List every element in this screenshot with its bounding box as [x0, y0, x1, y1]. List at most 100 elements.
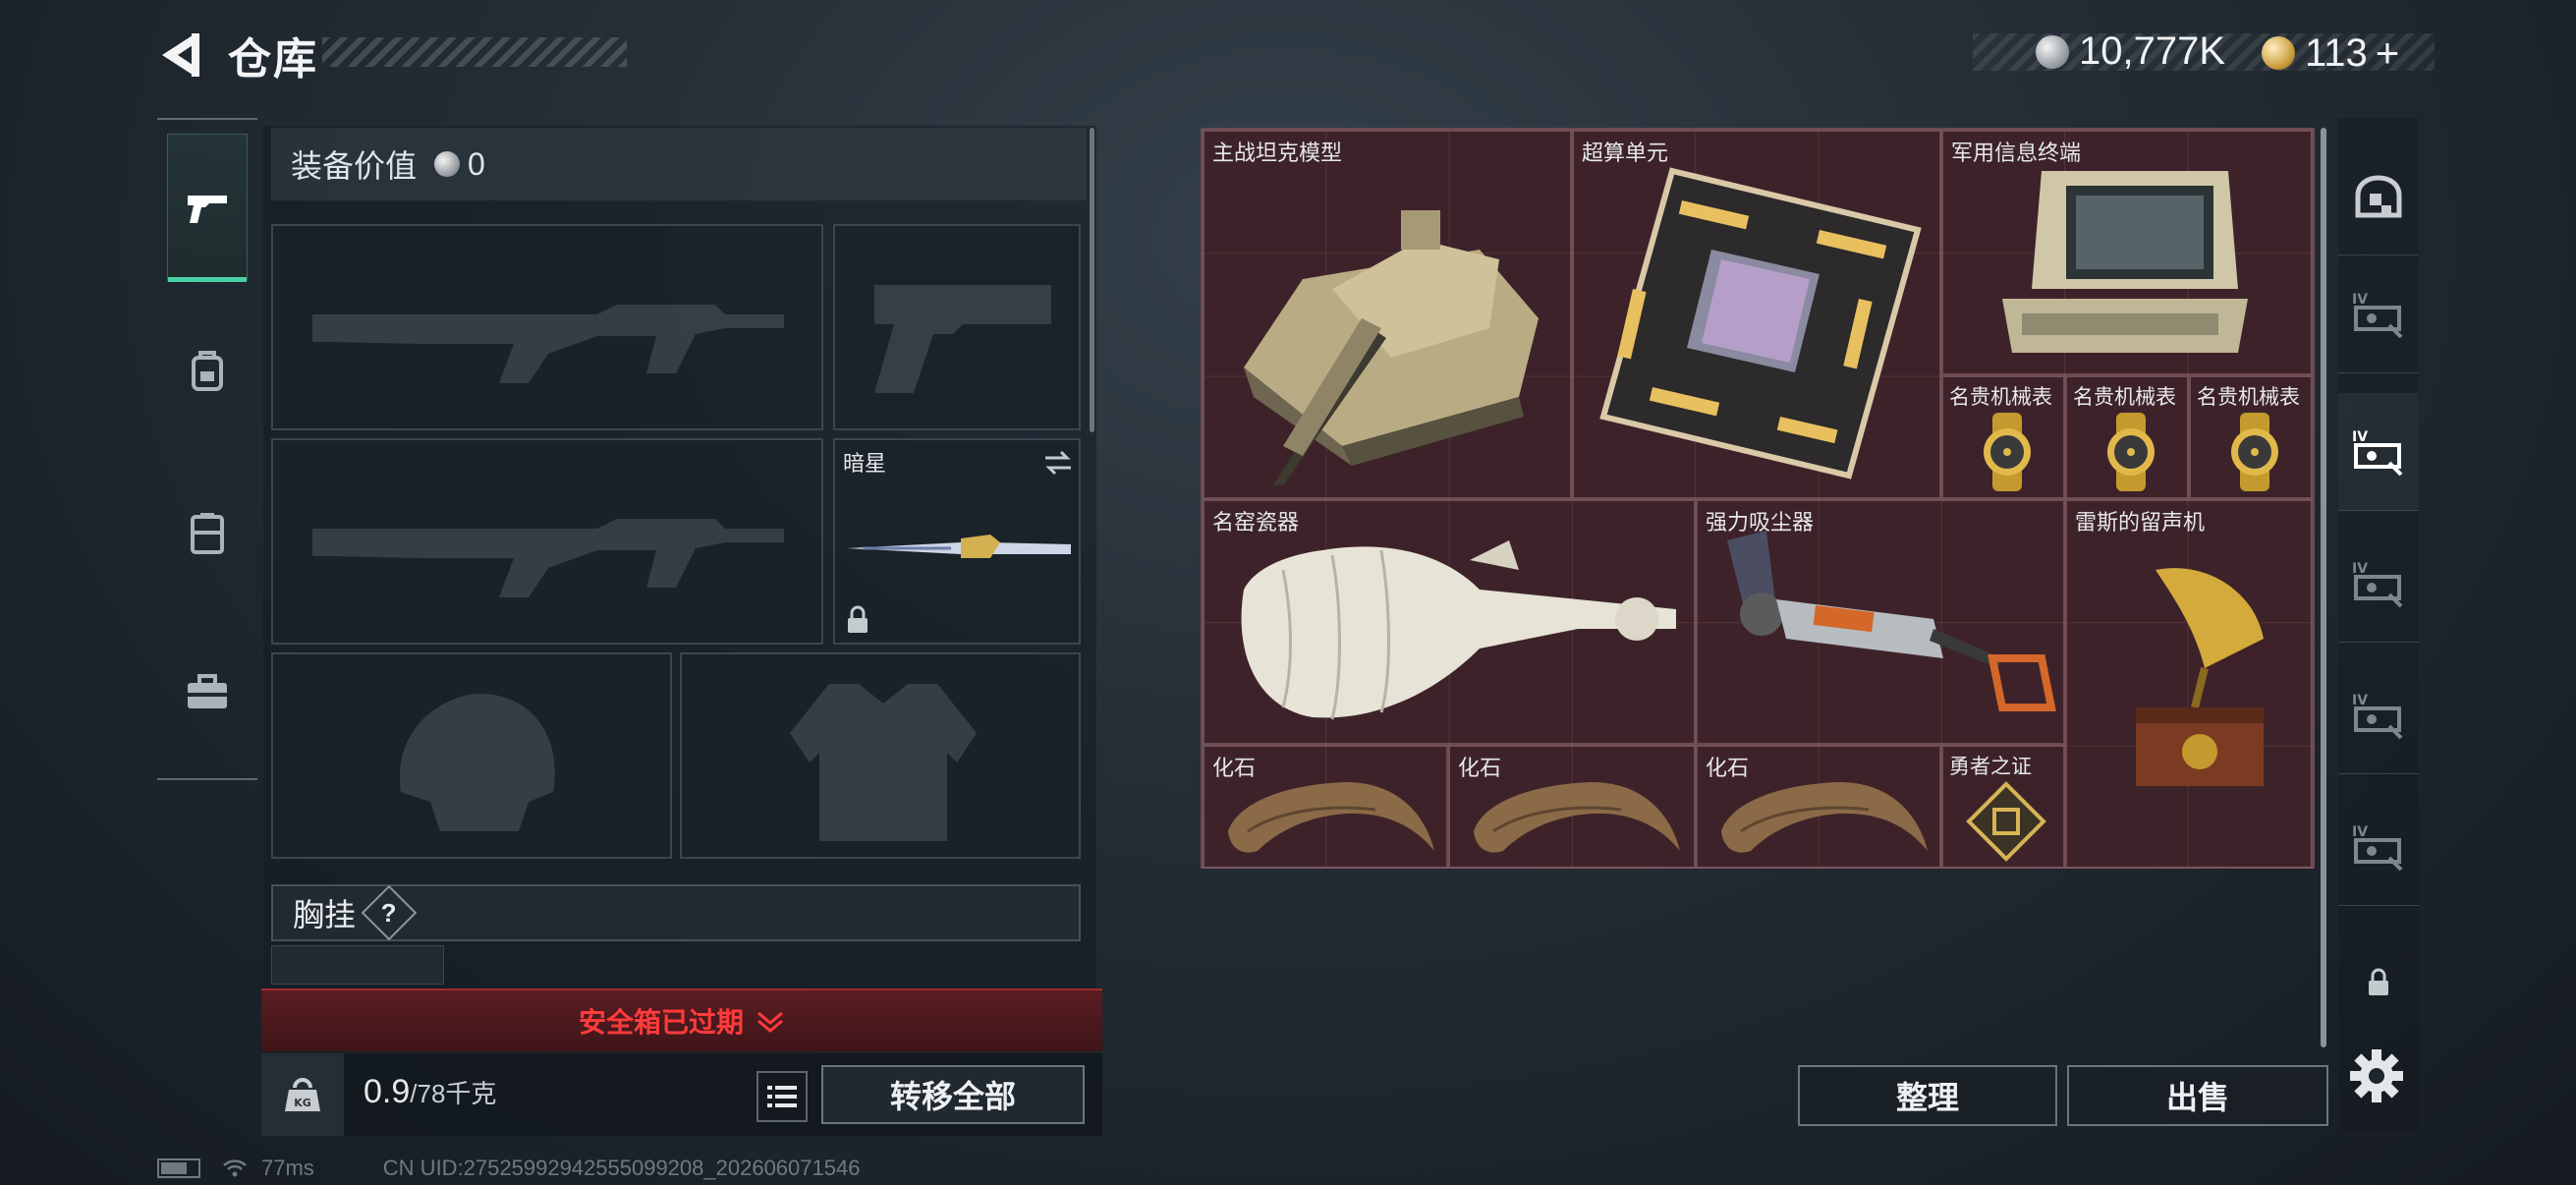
- fossil-claw-icon: [1721, 782, 1928, 853]
- swap-icon[interactable]: [1041, 448, 1075, 478]
- stash-item-military-terminal[interactable]: 军用信息终端: [1941, 130, 2313, 375]
- fossil-claw-icon: [1228, 782, 1434, 853]
- stash-item-tank-model[interactable]: 主战坦克模型: [1203, 130, 1572, 499]
- tab-stash-1[interactable]: IV: [2338, 255, 2419, 373]
- settings-button[interactable]: [2342, 1042, 2411, 1110]
- vest-silhouette-icon: [790, 684, 977, 841]
- tank-model-icon: [1244, 210, 1539, 485]
- svg-text:IV: IV: [2352, 561, 2368, 577]
- stash-page-tabs: IV IV IV IV IV: [2338, 118, 2419, 1132]
- secondary-weapon-slot[interactable]: [271, 438, 823, 645]
- stash-item-luxury-watch[interactable]: 名贵机械表: [1941, 375, 2065, 499]
- melee-name: 暗星: [843, 451, 887, 476]
- helmet-slot[interactable]: [271, 652, 672, 859]
- gold-currency[interactable]: 113 +: [2262, 29, 2399, 77]
- safebox-expired-banner[interactable]: 安全箱已过期: [261, 988, 1102, 1051]
- circuit-board-icon: [1599, 167, 1922, 480]
- sell-button[interactable]: 出售: [2067, 1065, 2328, 1126]
- svg-text:KG: KG: [294, 1097, 311, 1109]
- nav-weapons[interactable]: [167, 134, 248, 282]
- title-decoration: [322, 37, 627, 67]
- vacuum-cleaner-icon: [1727, 531, 2056, 711]
- stash-scrollbar[interactable]: [2321, 128, 2326, 1047]
- weight-readout: 0.9/78千克: [364, 1073, 496, 1111]
- chevron-down-icon: [757, 1011, 783, 1033]
- stash-item-fossil[interactable]: 化石: [1203, 745, 1448, 869]
- svg-text:IV: IV: [2352, 824, 2368, 840]
- nav-toolbox[interactable]: [167, 619, 248, 766]
- gear-icon: [2350, 1049, 2403, 1102]
- knife-icon: [847, 535, 1071, 558]
- silver-currency: 10,777K: [2036, 29, 2225, 74]
- back-button[interactable]: [152, 28, 207, 83]
- stash-item-porcelain[interactable]: 名窑瓷器: [1203, 499, 1696, 745]
- armor-slot[interactable]: [680, 652, 1081, 859]
- silver-amount: 10,777K: [2079, 29, 2226, 73]
- rifle-silhouette-icon: [312, 305, 784, 383]
- weight-max: /78千克: [410, 1079, 497, 1108]
- stash-item-gramophone[interactable]: 雷斯的留声机: [2065, 499, 2313, 869]
- tab-stash-2[interactable]: IV: [2338, 393, 2419, 511]
- transfer-all-button[interactable]: 转移全部: [821, 1065, 1085, 1124]
- svg-text:IV: IV: [2352, 429, 2368, 445]
- fossil-claw-icon: [1474, 782, 1680, 853]
- rig-icon: [191, 513, 224, 554]
- watch-icon: [1984, 413, 2031, 491]
- battery-icon: [157, 1158, 200, 1178]
- ping-readout: 77ms: [261, 1156, 314, 1180]
- weight-current: 0.9: [364, 1073, 411, 1110]
- wifi-icon: [223, 1159, 247, 1177]
- lock-icon: [2369, 968, 2388, 995]
- gramophone-icon: [2136, 568, 2264, 786]
- tab-stash-4[interactable]: IV: [2338, 656, 2419, 774]
- equipment-value: 0: [468, 145, 485, 182]
- melee-slot[interactable]: 暗星: [833, 438, 1081, 645]
- equipment-value-label: 装备价值: [291, 148, 418, 184]
- tab-stash-3[interactable]: IV: [2338, 525, 2419, 643]
- toolbox-icon: [188, 674, 227, 708]
- equipment-value-row: 装备价值 0: [271, 128, 1087, 200]
- stash-item-fossil[interactable]: 化石: [1448, 745, 1696, 869]
- left-nav: [157, 118, 257, 780]
- silver-coin-icon: [434, 151, 461, 177]
- primary-weapon-slot[interactable]: [271, 224, 823, 430]
- nav-backpack[interactable]: [167, 297, 248, 444]
- svg-text:IV: IV: [2352, 292, 2368, 308]
- backpack-icon: [192, 351, 223, 391]
- chest-rig-label: 胸挂: [293, 897, 357, 932]
- home-stash-icon: [2355, 174, 2402, 217]
- help-icon[interactable]: ?: [361, 884, 418, 941]
- svg-text:IV: IV: [2352, 693, 2368, 708]
- lock-icon: [848, 605, 868, 633]
- stash-expansion-icon: IV: [2352, 824, 2403, 871]
- tab-stash-locked[interactable]: [2338, 924, 2419, 1042]
- pistol-slot[interactable]: [833, 224, 1081, 430]
- helmet-silhouette-icon: [399, 694, 555, 831]
- watch-icon: [2107, 413, 2155, 491]
- tab-stash-5[interactable]: IV: [2338, 788, 2419, 906]
- stash-item-supercomputer-unit[interactable]: 超算单元: [1572, 130, 1941, 499]
- terminal-case-icon: [2002, 171, 2248, 353]
- sort-button[interactable]: 整理: [1798, 1065, 2057, 1126]
- stash-item-luxury-watch[interactable]: 名贵机械表: [2189, 375, 2313, 499]
- list-icon: [767, 1086, 797, 1107]
- stash-item-luxury-watch[interactable]: 名贵机械表: [2065, 375, 2189, 499]
- stash-item-fossil[interactable]: 化石: [1696, 745, 1941, 869]
- rifle-silhouette-icon: [312, 519, 784, 597]
- player-uid: CN UID:27525992942555099208_202606071546: [382, 1156, 861, 1180]
- stash-item-vacuum[interactable]: 强力吸尘器: [1696, 499, 2065, 745]
- pistol-silhouette-icon: [874, 285, 1051, 393]
- page-title: 仓库: [228, 35, 318, 84]
- chest-rig-slot[interactable]: [271, 945, 444, 985]
- hero-badge-icon: [1966, 781, 2046, 862]
- add-currency-icon[interactable]: +: [2376, 29, 2400, 77]
- status-bar: 77ms CN UID:27525992942555099208_2026060…: [157, 1156, 860, 1181]
- list-view-button[interactable]: [756, 1071, 808, 1122]
- stash-item-hero-badge[interactable]: 勇者之证: [1941, 745, 2065, 869]
- watch-icon: [2231, 413, 2278, 491]
- equipment-scrollbar[interactable]: [1090, 128, 1094, 432]
- back-arrow-icon: [162, 33, 199, 77]
- pistol-icon: [188, 196, 227, 223]
- tab-stash-home[interactable]: [2338, 138, 2419, 255]
- nav-rig[interactable]: [167, 460, 248, 607]
